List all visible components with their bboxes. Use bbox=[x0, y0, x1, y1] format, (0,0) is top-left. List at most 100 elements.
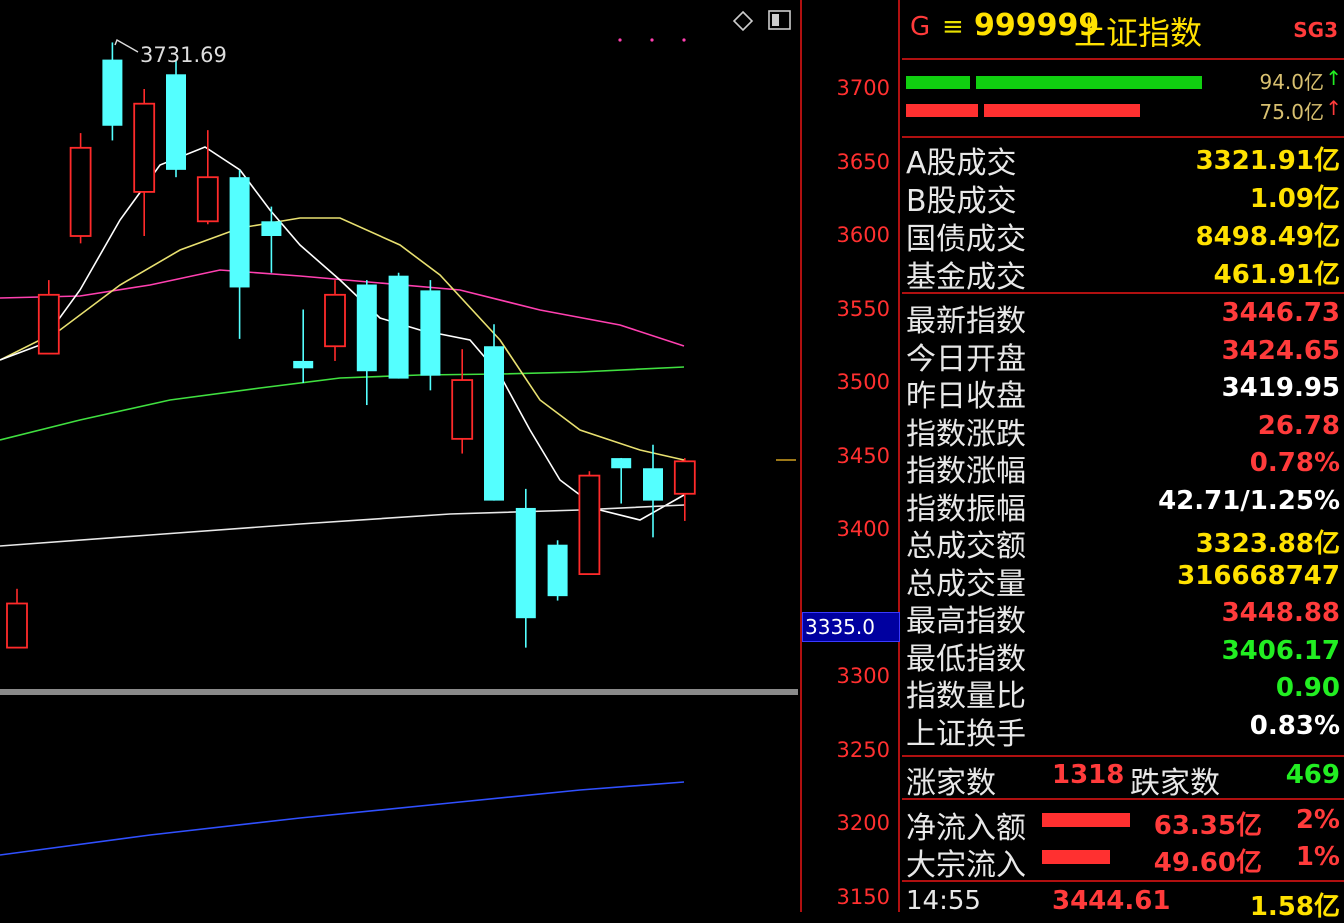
price-tick: 3150 bbox=[836, 884, 890, 909]
down-count-label: 跌家数 bbox=[1130, 766, 1220, 801]
stat-value: 3323.88亿 bbox=[1195, 529, 1340, 559]
price-tick: 3450 bbox=[836, 443, 890, 468]
turnover-label: 基金成交 bbox=[906, 260, 1026, 295]
candle-body-down bbox=[356, 284, 377, 372]
stat-row: 总成交量 316668747 bbox=[902, 559, 1344, 602]
diamond-icon bbox=[732, 10, 754, 32]
stock-name: 上证指数 bbox=[1074, 14, 1203, 52]
price-tick: 3700 bbox=[836, 76, 890, 100]
turnover-row: B股成交 1.09亿 bbox=[902, 176, 1344, 219]
candle-body-up bbox=[673, 460, 696, 495]
stat-value: 26.78 bbox=[1257, 410, 1340, 441]
market-tag: SG3 bbox=[1293, 18, 1338, 42]
window-icon-inner bbox=[772, 14, 779, 26]
candle-body-up bbox=[6, 602, 28, 649]
stat-row: 最新指数 3446.73 bbox=[902, 296, 1344, 339]
candle-body-down bbox=[515, 507, 536, 619]
buy-flow-value: 94.0亿 bbox=[1259, 70, 1324, 94]
down-count-value: 469 bbox=[1285, 760, 1340, 790]
candle-body-down bbox=[611, 458, 632, 469]
up-count-value: 1318 bbox=[1052, 760, 1125, 790]
price-tick: 3650 bbox=[836, 149, 890, 174]
volume-ma-line bbox=[0, 781, 685, 856]
buy-arrow-icon: ↑ bbox=[1325, 66, 1342, 90]
quote-header: G ≡ 999999 上证指数 SG3 bbox=[902, 0, 1344, 60]
candle-body-up bbox=[196, 176, 219, 223]
flow-bars: 94.0亿 ↑ 75.0亿 ↑ bbox=[902, 60, 1344, 138]
candle-body-up bbox=[37, 293, 60, 355]
stat-value: 0.78% bbox=[1249, 448, 1340, 478]
candle-body-up bbox=[451, 379, 474, 440]
price-tick: 3300 bbox=[836, 664, 890, 688]
stat-row: 指数振幅 42.71/1.25% bbox=[902, 484, 1344, 527]
sell-bar-long bbox=[984, 104, 1140, 117]
stat-value: 42.71/1.25% bbox=[1158, 485, 1340, 516]
turnover-row: A股成交 3321.91亿 bbox=[902, 138, 1344, 181]
candle-body-down bbox=[102, 59, 123, 126]
quote-panel: G ≡ 999999 上证指数 SG3 94.0亿 ↑ 75.0亿 ↑ A股成交… bbox=[902, 0, 1344, 922]
block-inflow-bar bbox=[1042, 850, 1110, 864]
candle-body-down bbox=[229, 177, 250, 288]
candle-body-up bbox=[133, 102, 156, 193]
kline-chart[interactable]: 3731.69 bbox=[0, 0, 800, 912]
stat-value: 3419.95 bbox=[1221, 373, 1340, 403]
price-tick: 3400 bbox=[836, 517, 890, 541]
price-tick: 3250 bbox=[836, 737, 890, 762]
candle-body-down bbox=[166, 74, 186, 170]
stat-value: 3448.88 bbox=[1221, 598, 1340, 628]
inflow-row: 净流入额 63.35亿 2% bbox=[902, 803, 1344, 846]
pane-divider bbox=[0, 689, 798, 695]
sell-arrow-icon: ↑ bbox=[1325, 96, 1342, 120]
candle-body-down bbox=[261, 221, 282, 236]
buy-bar-long bbox=[976, 76, 1202, 89]
stat-row: 昨日收盘 3419.95 bbox=[902, 371, 1344, 414]
stat-value: 3446.73 bbox=[1221, 298, 1340, 328]
group-indicator[interactable]: G bbox=[910, 12, 930, 42]
turnover-value: 3321.91亿 bbox=[1195, 146, 1340, 176]
turnover-row: 国债成交 8498.49亿 bbox=[902, 214, 1344, 257]
block-inflow-row: 大宗流入 49.60亿 1% bbox=[902, 840, 1344, 883]
stat-row: 今日开盘 3424.65 bbox=[902, 334, 1344, 377]
stat-row: 指数量比 0.90 bbox=[902, 671, 1344, 714]
sell-flow-value: 75.0亿 bbox=[1259, 100, 1324, 124]
stat-row: 最低指数 3406.17 bbox=[902, 634, 1344, 677]
crosshair-price-marker: 3335.0 bbox=[802, 611, 900, 642]
candle-body-down bbox=[547, 544, 568, 597]
turnover-value: 461.91亿 bbox=[1213, 260, 1340, 290]
turnover-row: 基金成交 461.91亿 bbox=[902, 252, 1344, 295]
block-inflow-label: 大宗流入 bbox=[906, 848, 1026, 883]
marker-dot bbox=[650, 38, 654, 42]
candle-body-up bbox=[324, 293, 346, 348]
sell-bar-short bbox=[906, 104, 978, 117]
candle-body-down bbox=[293, 360, 314, 369]
price-tick: 3200 bbox=[836, 811, 890, 835]
candle-body-down bbox=[388, 275, 409, 379]
turnover-value: 1.09亿 bbox=[1249, 184, 1340, 214]
marker-dot bbox=[682, 38, 686, 42]
candle-body-up bbox=[578, 474, 601, 575]
candle-body-down bbox=[420, 290, 441, 376]
inflow-bar bbox=[1042, 813, 1130, 827]
stat-value: 0.83% bbox=[1249, 710, 1340, 741]
candle-body-up bbox=[69, 146, 92, 237]
price-tick: 3550 bbox=[836, 296, 890, 321]
last-tick-row: 14:55 3444.61 1.58亿 bbox=[902, 884, 1344, 922]
candle-body-down bbox=[643, 468, 663, 501]
stat-row: 总成交额 3323.88亿 bbox=[902, 521, 1344, 564]
stat-row: 最高指数 3448.88 bbox=[902, 596, 1344, 639]
tick-amount: 1.58亿 bbox=[1249, 892, 1340, 922]
stat-value: 3406.17 bbox=[1221, 635, 1340, 666]
stat-label: 上证换手 bbox=[906, 716, 1026, 752]
turnover-value: 8498.49亿 bbox=[1195, 222, 1340, 252]
buy-bar-short bbox=[906, 76, 970, 89]
high-pointer bbox=[114, 38, 139, 53]
menu-icon[interactable]: ≡ bbox=[942, 12, 964, 42]
price-tick: 3500 bbox=[836, 370, 890, 394]
price-axis: 3700 3650 3600 3550 3500 3450 3400 3300 3250 3200… bbox=[800, 0, 900, 912]
marker-dot bbox=[618, 38, 622, 42]
price-tick: 3600 bbox=[836, 223, 890, 247]
inflow-pct: 2% bbox=[1295, 805, 1340, 835]
stat-row: 上证换手 0.83% bbox=[902, 709, 1344, 752]
block-inflow-amount: 49.60亿 bbox=[1153, 848, 1262, 878]
stat-value: 3424.65 bbox=[1221, 335, 1340, 366]
